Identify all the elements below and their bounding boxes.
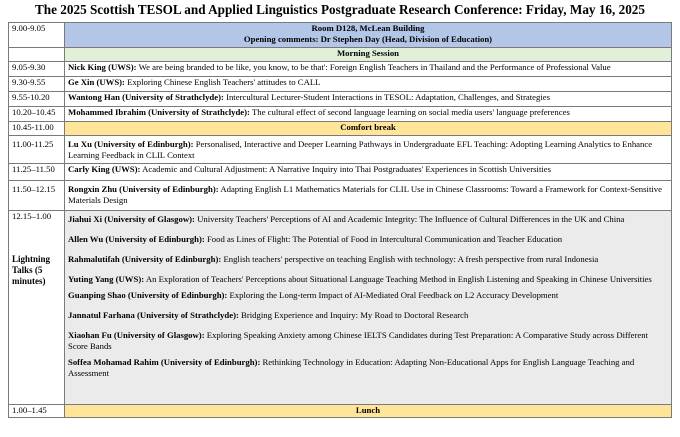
time-cell: 11.50–12.15	[8, 180, 65, 211]
lightning-talks-label: Lightning Talks (5 minutes)	[12, 254, 51, 286]
speaker: Rongxin Zhu (University of Edinburgh):	[68, 184, 219, 194]
talk-title: English teachers' perspective on teachin…	[223, 254, 599, 264]
speaker: Nick King (UWS):	[68, 62, 137, 73]
time-cell: 11.25–11.50	[8, 163, 65, 181]
time-cell	[8, 47, 65, 62]
speaker: Mohammed Ibrahim (University of Strathcl…	[68, 107, 250, 118]
comfort-break-label: Comfort break	[64, 121, 672, 136]
lightning-talk: Soffea Mohamad Rahim (University of Edin…	[68, 357, 668, 379]
talk-title: Food as Lines of Flight: The Potential o…	[206, 234, 563, 244]
talk-row: 10.20–10.45 Mohammed Ibrahim (University…	[8, 106, 672, 122]
lightning-talks-cell: Jiahui Xi (University of Glasgow): Unive…	[64, 210, 672, 405]
talk-title: We are being branded to be like, you kno…	[138, 62, 611, 73]
talk-title: Academic and Cultural Adjustment: A Narr…	[142, 164, 552, 175]
speaker: Jannatul Farhana (University of Strathcl…	[68, 310, 239, 320]
talk-title: Exploring the Long-term Impact of AI-Med…	[229, 290, 559, 300]
page-title: The 2025 Scottish TESOL and Applied Ling…	[35, 2, 645, 17]
morning-session-row: Morning Session	[8, 47, 672, 62]
lightning-talk: Xiaohan Fu (University of Glasgow): Expl…	[68, 330, 668, 352]
talk-cell: Rongxin Zhu (University of Edinburgh): A…	[64, 180, 672, 211]
lightning-talk: Allen Wu (University of Edinburgh): Food…	[68, 234, 668, 245]
comfort-break-row: 10.45-11.00 Comfort break	[8, 121, 672, 136]
lightning-talk: Yuting Yang (UWS): An Exploration of Tea…	[68, 274, 668, 285]
time-cell: 10.20–10.45	[8, 106, 65, 122]
time-cell: 9.55-10.20	[8, 91, 65, 107]
speaker: Carly King (UWS):	[68, 164, 141, 175]
speaker: Wantong Han (University of Strathclyde):	[68, 92, 224, 103]
lightning-talk: Jiahui Xi (University of Glasgow): Unive…	[68, 214, 668, 225]
speaker: Jiahui Xi (University of Glasgow):	[68, 214, 195, 224]
talk-cell: Carly King (UWS): Academic and Cultural …	[64, 163, 672, 181]
speaker: Allen Wu (University of Edinburgh):	[68, 234, 205, 244]
talk-row: 9.30-9.55 Ge Xin (UWS): Exploring Chines…	[8, 76, 672, 92]
talk-title: Intercultural Lecturer-Student Interacti…	[226, 92, 550, 103]
time-cell: 1.00–1.45	[8, 404, 65, 418]
opening-cell: Room D128, McLean Building Opening comme…	[64, 22, 672, 48]
talk-row: 11.50–12.15 Rongxin Zhu (University of E…	[8, 180, 672, 211]
time-cell: 9.00-9.05	[8, 22, 65, 48]
speaker: Guanping Shao (University of Edinburgh):	[68, 290, 228, 300]
lightning-talk: Jannatul Farhana (University of Strathcl…	[68, 310, 668, 321]
speaker: Lu Xu (University of Edinburgh):	[68, 139, 194, 149]
lightning-talk: Guanping Shao (University of Edinburgh):…	[68, 290, 668, 301]
lightning-talk: Rahmalutifah (University of Edinburgh): …	[68, 254, 668, 265]
speaker: Xiaohan Fu (University of Glasgow):	[68, 330, 205, 340]
talk-title: Bridging Experience and Inquiry: My Road…	[241, 310, 469, 320]
opening-comments: Opening comments: Dr Stephen Day (Head, …	[243, 34, 493, 44]
talk-row: 9.55-10.20 Wantong Han (University of St…	[8, 91, 672, 107]
lunch-label: Lunch	[64, 404, 672, 418]
time-cell: 10.45-11.00	[8, 121, 65, 136]
speaker: Soffea Mohamad Rahim (University of Edin…	[68, 357, 261, 367]
talk-title: An Exploration of Teachers' Perceptions …	[145, 274, 652, 284]
talk-cell: Wantong Han (University of Strathclyde):…	[64, 91, 672, 107]
time-label: 12.15–1.00	[12, 211, 52, 222]
speaker: Ge Xin (UWS):	[68, 77, 125, 88]
talk-cell: Ge Xin (UWS): Exploring Chinese English …	[64, 76, 672, 92]
talk-cell: Nick King (UWS): We are being branded to…	[64, 61, 672, 77]
speaker: Rahmalutifah (University of Edinburgh):	[68, 254, 222, 264]
talk-title: University Teachers' Perceptions of AI a…	[197, 214, 625, 224]
lightning-label-cell: 12.15–1.00 Lightning Talks (5 minutes)	[8, 210, 65, 405]
schedule-table: 9.00-9.05 Room D128, McLean Building Ope…	[8, 22, 672, 418]
talk-row: 11.00-11.25 Lu Xu (University of Edinbur…	[8, 135, 672, 164]
talk-title: The cultural effect of second language l…	[251, 107, 570, 118]
talk-row: 11.25–11.50 Carly King (UWS): Academic a…	[8, 163, 672, 181]
morning-session-label: Morning Session	[64, 47, 672, 62]
room-name: Room D128, McLean Building	[311, 23, 425, 34]
talk-cell: Lu Xu (University of Edinburgh): Persona…	[64, 135, 672, 164]
talk-cell: Mohammed Ibrahim (University of Strathcl…	[64, 106, 672, 122]
speaker: Yuting Yang (UWS):	[68, 274, 145, 284]
talk-row: 9.05-9.30 Nick King (UWS): We are being …	[8, 61, 672, 77]
lunch-row: 1.00–1.45 Lunch	[8, 404, 672, 418]
opening-row: 9.00-9.05 Room D128, McLean Building Ope…	[8, 22, 672, 48]
time-cell: 11.00-11.25	[8, 135, 65, 164]
talk-title: Exploring Chinese English Teachers' atti…	[127, 77, 321, 88]
time-cell: 9.05-9.30	[8, 61, 65, 77]
lightning-talks-row: 12.15–1.00 Lightning Talks (5 minutes) J…	[8, 210, 672, 405]
time-cell: 9.30-9.55	[8, 76, 65, 92]
